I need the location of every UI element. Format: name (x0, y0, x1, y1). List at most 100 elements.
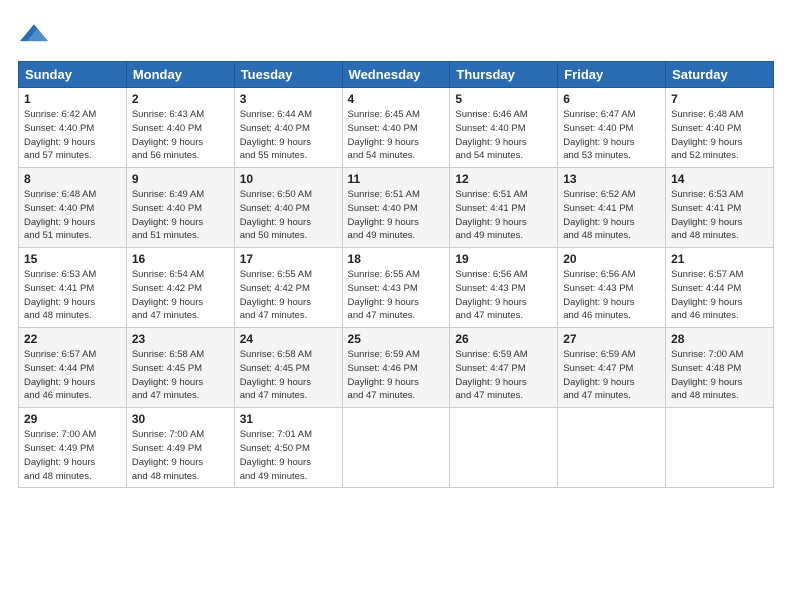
day-cell: 19 Sunrise: 6:56 AM Sunset: 4:43 PM Dayl… (450, 248, 558, 328)
week-row-1: 1 Sunrise: 6:42 AM Sunset: 4:40 PM Dayli… (19, 88, 774, 168)
day-info: Sunrise: 6:51 AM Sunset: 4:41 PM Dayligh… (455, 188, 552, 243)
day-number: 24 (240, 332, 337, 346)
weekday-header-sunday: Sunday (19, 62, 127, 88)
day-cell: 31 Sunrise: 7:01 AM Sunset: 4:50 PM Dayl… (234, 408, 342, 488)
week-row-4: 22 Sunrise: 6:57 AM Sunset: 4:44 PM Dayl… (19, 328, 774, 408)
day-number: 3 (240, 92, 337, 106)
day-cell: 9 Sunrise: 6:49 AM Sunset: 4:40 PM Dayli… (126, 168, 234, 248)
day-info: Sunrise: 6:57 AM Sunset: 4:44 PM Dayligh… (24, 348, 121, 403)
day-number: 22 (24, 332, 121, 346)
day-cell: 11 Sunrise: 6:51 AM Sunset: 4:40 PM Dayl… (342, 168, 450, 248)
day-cell: 15 Sunrise: 6:53 AM Sunset: 4:41 PM Dayl… (19, 248, 127, 328)
day-number: 23 (132, 332, 229, 346)
day-info: Sunrise: 6:56 AM Sunset: 4:43 PM Dayligh… (563, 268, 660, 323)
day-info: Sunrise: 6:47 AM Sunset: 4:40 PM Dayligh… (563, 108, 660, 163)
day-number: 1 (24, 92, 121, 106)
day-cell: 21 Sunrise: 6:57 AM Sunset: 4:44 PM Dayl… (666, 248, 774, 328)
day-info: Sunrise: 7:01 AM Sunset: 4:50 PM Dayligh… (240, 428, 337, 483)
day-cell (666, 408, 774, 488)
day-info: Sunrise: 6:45 AM Sunset: 4:40 PM Dayligh… (348, 108, 445, 163)
day-cell (558, 408, 666, 488)
day-info: Sunrise: 6:53 AM Sunset: 4:41 PM Dayligh… (24, 268, 121, 323)
day-cell (342, 408, 450, 488)
week-row-3: 15 Sunrise: 6:53 AM Sunset: 4:41 PM Dayl… (19, 248, 774, 328)
day-number: 6 (563, 92, 660, 106)
day-info: Sunrise: 7:00 AM Sunset: 4:49 PM Dayligh… (132, 428, 229, 483)
logo (18, 18, 48, 51)
day-cell: 13 Sunrise: 6:52 AM Sunset: 4:41 PM Dayl… (558, 168, 666, 248)
day-number: 29 (24, 412, 121, 426)
day-cell: 17 Sunrise: 6:55 AM Sunset: 4:42 PM Dayl… (234, 248, 342, 328)
day-number: 15 (24, 252, 121, 266)
day-info: Sunrise: 6:58 AM Sunset: 4:45 PM Dayligh… (132, 348, 229, 403)
day-number: 25 (348, 332, 445, 346)
day-number: 31 (240, 412, 337, 426)
day-cell: 5 Sunrise: 6:46 AM Sunset: 4:40 PM Dayli… (450, 88, 558, 168)
day-info: Sunrise: 6:55 AM Sunset: 4:42 PM Dayligh… (240, 268, 337, 323)
day-cell: 6 Sunrise: 6:47 AM Sunset: 4:40 PM Dayli… (558, 88, 666, 168)
day-number: 5 (455, 92, 552, 106)
day-cell: 27 Sunrise: 6:59 AM Sunset: 4:47 PM Dayl… (558, 328, 666, 408)
day-cell (450, 408, 558, 488)
logo-icon (20, 18, 48, 46)
day-number: 10 (240, 172, 337, 186)
day-number: 17 (240, 252, 337, 266)
day-number: 18 (348, 252, 445, 266)
header (18, 18, 774, 51)
day-info: Sunrise: 6:59 AM Sunset: 4:47 PM Dayligh… (563, 348, 660, 403)
day-info: Sunrise: 6:49 AM Sunset: 4:40 PM Dayligh… (132, 188, 229, 243)
day-cell: 20 Sunrise: 6:56 AM Sunset: 4:43 PM Dayl… (558, 248, 666, 328)
day-number: 27 (563, 332, 660, 346)
day-number: 19 (455, 252, 552, 266)
day-cell: 29 Sunrise: 7:00 AM Sunset: 4:49 PM Dayl… (19, 408, 127, 488)
weekday-header-friday: Friday (558, 62, 666, 88)
day-info: Sunrise: 6:52 AM Sunset: 4:41 PM Dayligh… (563, 188, 660, 243)
day-cell: 7 Sunrise: 6:48 AM Sunset: 4:40 PM Dayli… (666, 88, 774, 168)
day-cell: 2 Sunrise: 6:43 AM Sunset: 4:40 PM Dayli… (126, 88, 234, 168)
day-cell: 22 Sunrise: 6:57 AM Sunset: 4:44 PM Dayl… (19, 328, 127, 408)
day-info: Sunrise: 6:43 AM Sunset: 4:40 PM Dayligh… (132, 108, 229, 163)
day-cell: 26 Sunrise: 6:59 AM Sunset: 4:47 PM Dayl… (450, 328, 558, 408)
day-info: Sunrise: 6:59 AM Sunset: 4:47 PM Dayligh… (455, 348, 552, 403)
day-cell: 3 Sunrise: 6:44 AM Sunset: 4:40 PM Dayli… (234, 88, 342, 168)
day-info: Sunrise: 6:51 AM Sunset: 4:40 PM Dayligh… (348, 188, 445, 243)
day-info: Sunrise: 6:48 AM Sunset: 4:40 PM Dayligh… (24, 188, 121, 243)
day-number: 12 (455, 172, 552, 186)
day-info: Sunrise: 6:50 AM Sunset: 4:40 PM Dayligh… (240, 188, 337, 243)
day-number: 11 (348, 172, 445, 186)
day-number: 30 (132, 412, 229, 426)
day-info: Sunrise: 6:58 AM Sunset: 4:45 PM Dayligh… (240, 348, 337, 403)
day-info: Sunrise: 6:42 AM Sunset: 4:40 PM Dayligh… (24, 108, 121, 163)
day-cell: 25 Sunrise: 6:59 AM Sunset: 4:46 PM Dayl… (342, 328, 450, 408)
day-info: Sunrise: 6:59 AM Sunset: 4:46 PM Dayligh… (348, 348, 445, 403)
day-number: 13 (563, 172, 660, 186)
day-cell: 28 Sunrise: 7:00 AM Sunset: 4:48 PM Dayl… (666, 328, 774, 408)
day-cell: 12 Sunrise: 6:51 AM Sunset: 4:41 PM Dayl… (450, 168, 558, 248)
day-info: Sunrise: 6:56 AM Sunset: 4:43 PM Dayligh… (455, 268, 552, 323)
weekday-header-tuesday: Tuesday (234, 62, 342, 88)
day-info: Sunrise: 6:44 AM Sunset: 4:40 PM Dayligh… (240, 108, 337, 163)
day-cell: 4 Sunrise: 6:45 AM Sunset: 4:40 PM Dayli… (342, 88, 450, 168)
day-info: Sunrise: 7:00 AM Sunset: 4:49 PM Dayligh… (24, 428, 121, 483)
page: SundayMondayTuesdayWednesdayThursdayFrid… (0, 0, 792, 612)
day-number: 8 (24, 172, 121, 186)
day-number: 9 (132, 172, 229, 186)
day-cell: 24 Sunrise: 6:58 AM Sunset: 4:45 PM Dayl… (234, 328, 342, 408)
week-row-5: 29 Sunrise: 7:00 AM Sunset: 4:49 PM Dayl… (19, 408, 774, 488)
day-cell: 1 Sunrise: 6:42 AM Sunset: 4:40 PM Dayli… (19, 88, 127, 168)
day-info: Sunrise: 6:57 AM Sunset: 4:44 PM Dayligh… (671, 268, 768, 323)
day-info: Sunrise: 7:00 AM Sunset: 4:48 PM Dayligh… (671, 348, 768, 403)
day-number: 4 (348, 92, 445, 106)
weekday-header-monday: Monday (126, 62, 234, 88)
day-cell: 16 Sunrise: 6:54 AM Sunset: 4:42 PM Dayl… (126, 248, 234, 328)
weekday-header-row: SundayMondayTuesdayWednesdayThursdayFrid… (19, 62, 774, 88)
day-number: 14 (671, 172, 768, 186)
day-info: Sunrise: 6:54 AM Sunset: 4:42 PM Dayligh… (132, 268, 229, 323)
day-cell: 10 Sunrise: 6:50 AM Sunset: 4:40 PM Dayl… (234, 168, 342, 248)
day-number: 2 (132, 92, 229, 106)
day-number: 16 (132, 252, 229, 266)
day-cell: 23 Sunrise: 6:58 AM Sunset: 4:45 PM Dayl… (126, 328, 234, 408)
day-info: Sunrise: 6:46 AM Sunset: 4:40 PM Dayligh… (455, 108, 552, 163)
weekday-header-thursday: Thursday (450, 62, 558, 88)
day-number: 28 (671, 332, 768, 346)
